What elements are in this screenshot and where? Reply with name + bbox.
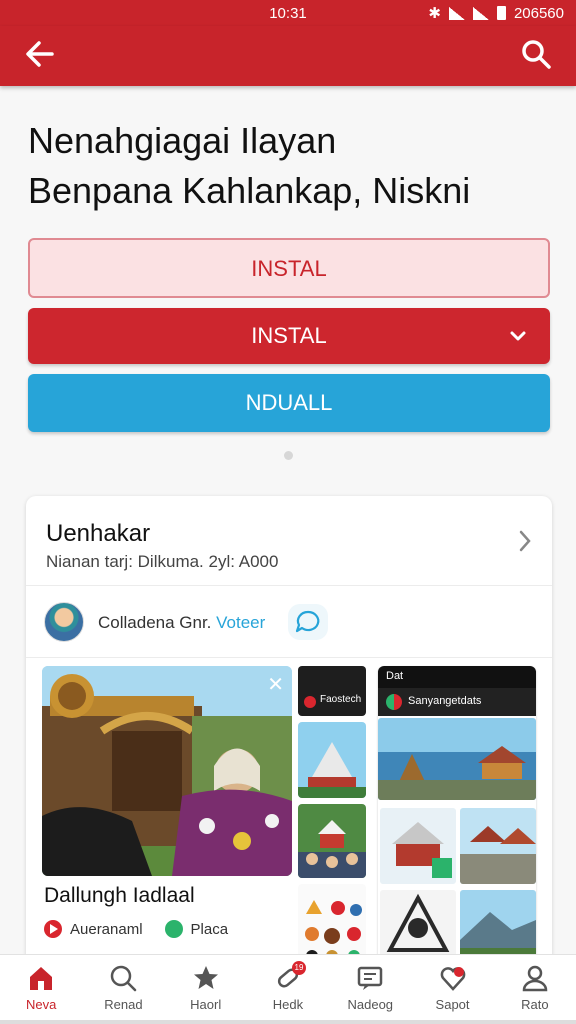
follow-link[interactable]: Voteer [216, 613, 265, 632]
phone-image-2-art [380, 808, 456, 884]
chevron-down-icon [510, 331, 526, 341]
nav-item-favorites[interactable]: Haorl [165, 955, 247, 1024]
notification-badge: 19 [291, 961, 306, 975]
thumbnail-1[interactable] [298, 722, 366, 798]
thumbnail-2-image [298, 804, 366, 878]
thumbnail-header[interactable]: Faostech [298, 666, 366, 716]
status-icons: ✱ 206560 [428, 4, 564, 23]
phone-status-bar: Dat [378, 666, 536, 688]
chevron-right-icon[interactable] [516, 528, 534, 554]
avatar[interactable] [44, 602, 84, 642]
content-card: Uenhakar Nianan tarj: Dilkuma. 2yl: A000… [26, 496, 552, 966]
play-icon [44, 920, 62, 938]
nav-item-search[interactable]: Renad [82, 955, 164, 1024]
app-logo-icon [386, 694, 402, 710]
signal-icon [448, 6, 465, 20]
status-right-text: 206560 [513, 4, 564, 22]
back-arrow-icon[interactable] [22, 36, 58, 72]
battery-icon [496, 6, 506, 20]
page-title-line-2: Benpana Kahlankap, Niskni [28, 170, 471, 211]
card-title: Uenhakar [46, 520, 151, 547]
page-title-line-1: Nenahgiagai Ilayan [28, 120, 337, 161]
nav-item-saved[interactable]: Sapot [411, 955, 493, 1024]
nav-item-home[interactable]: Neva [0, 955, 82, 1024]
chat-icon [295, 610, 320, 633]
nav-label: Rato [521, 997, 549, 1012]
author-name[interactable]: Colladena Gnr. Voteer [98, 613, 265, 633]
thumbnail-column: Faostech [298, 666, 366, 966]
signal-icon-2 [472, 6, 489, 20]
pager-dot[interactable] [284, 451, 293, 460]
phone-image-2[interactable] [380, 808, 456, 884]
main-photo[interactable]: ✕ [42, 666, 292, 876]
nav-label: Sapot [435, 997, 470, 1012]
phone-image-3[interactable] [460, 808, 536, 884]
page-title: Nenahgiagai Ilayan Benpana Kahlankap, Ni… [28, 116, 548, 216]
thumbnail-label: Faostech [320, 694, 362, 705]
thumbnail-1-image [298, 722, 366, 798]
card-subtitle: Nianan tarj: Dilkuma. 2yl: A000 [46, 552, 279, 571]
home-indicator [0, 1020, 576, 1024]
author-name-text: Colladena Gnr. [98, 613, 212, 632]
bottom-nav: Neva Renad Haorl 19 Hedk Nadeog Sapot Ra… [0, 954, 576, 1024]
nav-item-profile[interactable]: Rato [494, 955, 576, 1024]
search-icon [111, 965, 137, 992]
nav-item-health[interactable]: 19 Hedk [247, 955, 329, 1024]
install-primary-label: INSTAL [251, 323, 327, 348]
card-header[interactable]: Uenhakar Nianan tarj: Dilkuma. 2yl: A000 [26, 496, 552, 586]
phone-status-text: Dat [386, 670, 404, 682]
secondary-button[interactable]: NDUALL [28, 374, 550, 432]
close-icon[interactable]: ✕ [267, 672, 284, 697]
phone-header-text: Sanyangetdats [408, 695, 482, 707]
phone-image-3-art [460, 808, 536, 884]
install-primary-button[interactable]: INSTAL [28, 308, 550, 364]
photo-illustration [42, 666, 292, 876]
nav-label: Nadeog [347, 997, 394, 1012]
nav-item-messages[interactable]: Nadeog [329, 955, 411, 1024]
nav-label: Haorl [190, 997, 222, 1012]
phone-header: Sanyangetdats [378, 688, 536, 716]
tag-video[interactable]: Aueranaml [70, 921, 143, 938]
tag-place[interactable]: Placa [191, 921, 229, 938]
search-icon[interactable] [518, 36, 554, 72]
install-outline-button[interactable]: INSTAL [28, 238, 550, 298]
logo-icon [304, 696, 316, 708]
star-icon [193, 966, 218, 989]
thumbnail-2[interactable] [298, 804, 366, 878]
phone-image-1-art [378, 718, 536, 800]
app-bar [0, 26, 576, 86]
author-row: Colladena Gnr. Voteer [26, 586, 552, 658]
home-icon [30, 967, 53, 990]
wifi-icon: ✱ [428, 5, 441, 22]
phone-image-1[interactable] [378, 718, 536, 800]
tag-row: Aueranaml Placa [44, 920, 228, 938]
profile-icon [522, 965, 548, 992]
message-icon [358, 966, 383, 990]
heart-icon [440, 967, 465, 991]
nav-label: Neva [25, 997, 57, 1012]
gallery: ✕ Dallungh Iadlaal Aueranaml Placa Faost… [26, 658, 552, 966]
nav-label: Hedk [272, 997, 304, 1012]
phone-preview[interactable]: Dat Sanyangetdats [378, 666, 536, 966]
photo-caption: Dallungh Iadlaal [44, 884, 195, 907]
nav-label: Renad [104, 997, 143, 1012]
place-icon [164, 920, 183, 938]
status-bar: 10:31 ✱ 206560 [0, 0, 576, 26]
chat-button[interactable] [288, 604, 328, 640]
